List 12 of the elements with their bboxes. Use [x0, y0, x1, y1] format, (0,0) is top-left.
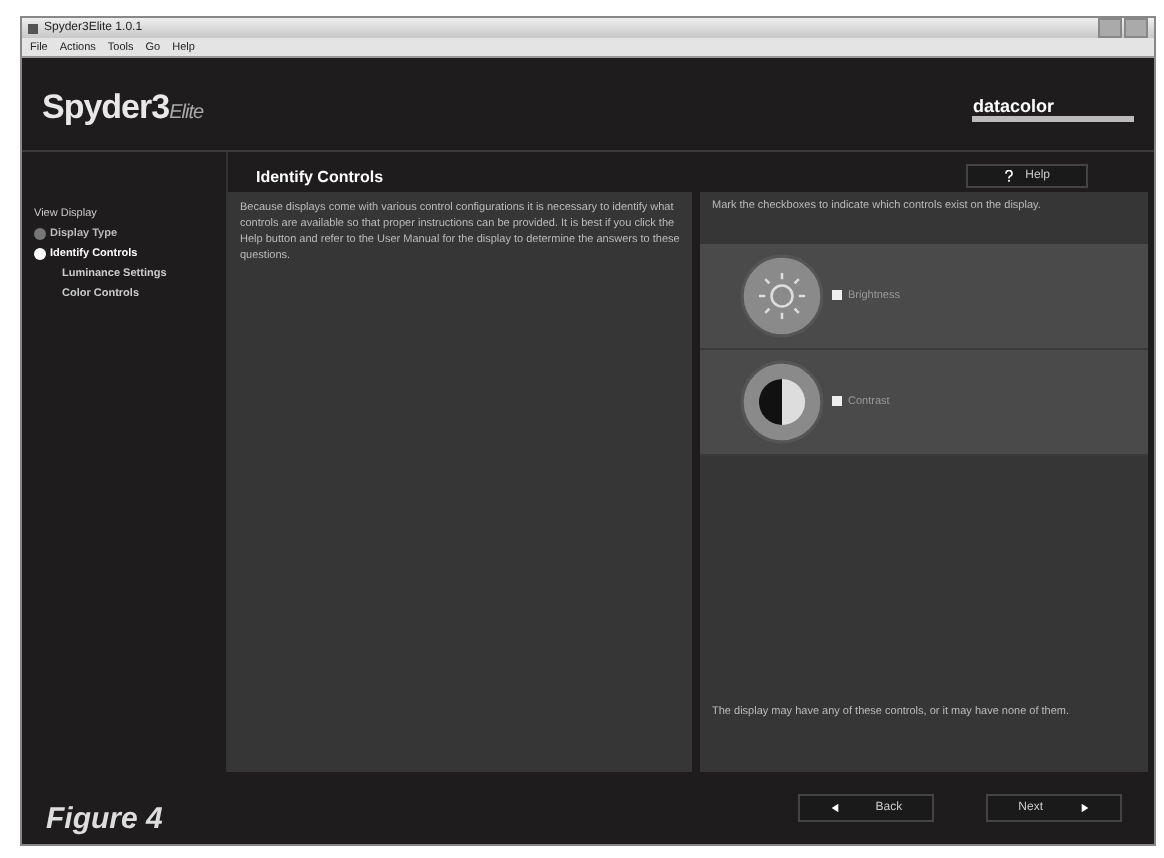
sun-icon — [740, 253, 824, 337]
help-icon — [1003, 170, 1014, 182]
contrast-icon — [740, 359, 824, 443]
page-title: Identify Controls — [256, 167, 384, 185]
right-arrow-icon — [1079, 802, 1090, 814]
figure-caption: Figure 4 — [46, 802, 163, 840]
app-icon — [28, 23, 38, 33]
brand-logo: datacolor — [972, 95, 1134, 121]
app-logo: Spyder3Elite — [42, 88, 204, 128]
minimize-button[interactable] — [1098, 18, 1122, 38]
maximize-button[interactable] — [1124, 18, 1148, 38]
left-arrow-icon — [829, 802, 840, 814]
